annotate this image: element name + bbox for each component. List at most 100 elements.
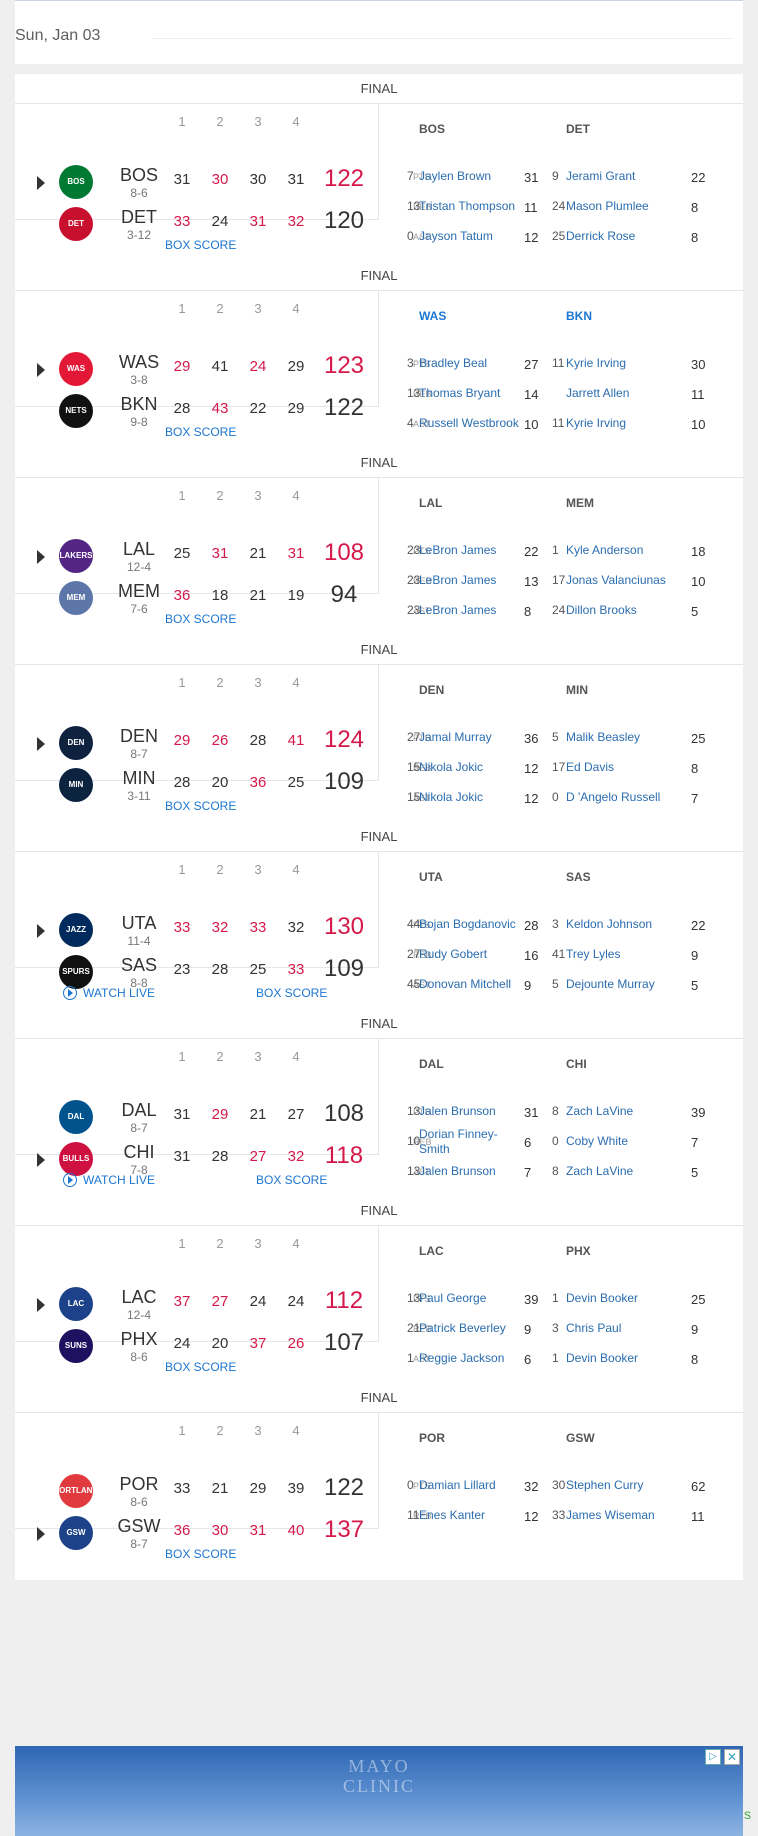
- leader-row: AST 23 LeBron James 8 24 Dillon Brooks 5: [379, 598, 743, 628]
- ad-banner[interactable]: MAYO CLINIC ▷ ✕: [15, 1746, 743, 1836]
- stat-value: 12: [524, 230, 539, 245]
- player-link[interactable]: LeBron James: [419, 543, 496, 558]
- team-record: 11-4: [127, 934, 151, 948]
- player-link[interactable]: Derrick Rose: [566, 229, 635, 244]
- box-score-link[interactable]: BOX SCORE: [165, 1547, 236, 1561]
- player-link[interactable]: Bradley Beal: [419, 356, 487, 371]
- leader-row: PTS 7 Jaylen Brown 31 9 Jerami Grant 22: [379, 164, 743, 194]
- player-link[interactable]: Dillon Brooks: [566, 603, 637, 618]
- player-link[interactable]: Dejounte Murray: [566, 977, 655, 992]
- team-row[interactable]: DAL DAL 8-7 31 29 21 27 108: [15, 1097, 379, 1137]
- player-link[interactable]: James Wiseman: [566, 1508, 655, 1523]
- quarter-header: 1: [178, 1049, 186, 1064]
- team-row[interactable]: JAZZ UTA 11-4 33 32 33 32 130: [15, 910, 379, 950]
- game-card[interactable]: FINAL 1 2 3 4 LAC LAC 12-4 37 27 24 24 112 SUNS PHX 8-6…: [15, 1196, 743, 1393]
- player-link[interactable]: Patrick Beverley: [419, 1321, 506, 1336]
- leader-row: AST 0 Jayson Tatum 12 25 Derrick Rose 8: [379, 224, 743, 254]
- player-link[interactable]: Damian Lillard: [419, 1478, 496, 1493]
- game-card[interactable]: FINAL 1 2 3 4 LAKERS LAL 12-4 25 31 21 31 108 MEM MEM 7…: [15, 448, 743, 645]
- player-link[interactable]: Jonas Valanciunas: [566, 573, 666, 588]
- game-card[interactable]: FINAL 1 2 3 4 JAZZ UTA 11-4 33 32 33 32 130 SPURS SAS 8…: [15, 822, 743, 1019]
- player-link[interactable]: Paul George: [419, 1291, 486, 1306]
- quarter-score: 31: [287, 545, 305, 562]
- player-link[interactable]: Nikola Jokic: [419, 790, 483, 805]
- player-link[interactable]: Jaylen Brown: [419, 169, 491, 184]
- player-link[interactable]: Jamal Murray: [419, 730, 492, 745]
- player-link[interactable]: Trey Lyles: [566, 947, 620, 962]
- player-link[interactable]: Jalen Brunson: [419, 1104, 496, 1119]
- player-link[interactable]: Kyrie Irving: [566, 356, 626, 371]
- game-card[interactable]: FINAL 1 2 3 4 PORTLAND POR 8-6 33 21 29 39 122 GSW GSW…: [15, 1383, 743, 1580]
- box-score-link[interactable]: BOX SCORE: [256, 1173, 327, 1187]
- player-link[interactable]: Devin Booker: [566, 1351, 638, 1366]
- player-link[interactable]: Russell Westbrook: [419, 416, 519, 431]
- quarter-score: 24: [249, 358, 267, 375]
- quarter-header: 1: [178, 862, 186, 877]
- player-link[interactable]: Jalen Brunson: [419, 1164, 496, 1179]
- player-link[interactable]: Devin Booker: [566, 1291, 638, 1306]
- watch-live-link[interactable]: WATCH LIVE: [63, 1172, 155, 1187]
- close-icon[interactable]: ✕: [724, 1749, 740, 1765]
- game-card[interactable]: FINAL 1 2 3 4 WAS WAS 3-8 29 41 24 29 123 NETS BKN 9-8 2…: [15, 261, 743, 458]
- player-link[interactable]: Rudy Gobert: [419, 947, 487, 962]
- player-link[interactable]: Kyrie Irving: [566, 416, 626, 431]
- team-row[interactable]: BOS BOS 8-6 31 30 30 31 122: [15, 162, 379, 202]
- player-link[interactable]: Thomas Bryant: [419, 386, 500, 401]
- player-link[interactable]: LeBron James: [419, 603, 496, 618]
- player-link[interactable]: Stephen Curry: [566, 1478, 643, 1493]
- team-abbr: DAL: [121, 1100, 157, 1120]
- team-row[interactable]: WAS WAS 3-8 29 41 24 29 123: [15, 349, 379, 389]
- winner-arrow-icon: [37, 924, 45, 938]
- final-score: 108: [323, 1100, 365, 1127]
- player-link[interactable]: Coby White: [566, 1134, 628, 1149]
- team-row[interactable]: LAKERS LAL 12-4 25 31 21 31 108: [15, 536, 379, 576]
- stat-value: 8: [691, 200, 699, 215]
- game-status: FINAL: [15, 1383, 743, 1413]
- box-score-link[interactable]: BOX SCORE: [165, 612, 236, 626]
- score-panel: 1 2 3 4 DEN DEN 8-7 29 26 28 41 124 MIN MIN 3-11 28 20 36…: [15, 665, 379, 803]
- player-link[interactable]: Jerami Grant: [566, 169, 635, 184]
- player-link[interactable]: Chris Paul: [566, 1321, 621, 1336]
- player-link[interactable]: Kyle Anderson: [566, 543, 643, 558]
- player-link[interactable]: Reggie Jackson: [419, 1351, 504, 1366]
- player-link[interactable]: Zach LaVine: [566, 1164, 633, 1179]
- player-link[interactable]: Ed Davis: [566, 760, 614, 775]
- box-score-link[interactable]: BOX SCORE: [165, 425, 236, 439]
- final-score: 112: [324, 1287, 364, 1314]
- player-link[interactable]: LeBron James: [419, 573, 496, 588]
- player-link[interactable]: Dorian Finney-Smith: [419, 1127, 509, 1157]
- player-link[interactable]: Zach LaVine: [566, 1104, 633, 1119]
- leader-row: REB 13 Tristan Thompson 11 24 Mason Plumlee 8: [379, 194, 743, 224]
- player-link[interactable]: Bojan Bogdanovic: [419, 917, 516, 932]
- team-abbr: LAL: [122, 539, 156, 559]
- player-link[interactable]: Jayson Tatum: [419, 229, 493, 244]
- player-link[interactable]: Enes Kanter: [419, 1508, 485, 1523]
- adchoices-icon[interactable]: ▷: [705, 1749, 721, 1765]
- game-card[interactable]: FINAL 1 2 3 4 BOS BOS 8-6 31 30 30 31 122 DET DET 3-12 3…: [15, 74, 743, 271]
- player-link[interactable]: Jarrett Allen: [566, 386, 629, 401]
- box-score-link[interactable]: BOX SCORE: [165, 799, 236, 813]
- box-score-link[interactable]: BOX SCORE: [256, 986, 327, 1000]
- box-score-link[interactable]: BOX SCORE: [165, 238, 236, 252]
- player-link[interactable]: Mason Plumlee: [566, 199, 649, 214]
- game-card[interactable]: FINAL 1 2 3 4 DEN DEN 8-7 29 26 28 41 124 MIN MIN 3-11 2…: [15, 635, 743, 832]
- player-link[interactable]: Tristan Thompson: [419, 199, 515, 214]
- team-row[interactable]: DEN DEN 8-7 29 26 28 41 124: [15, 723, 379, 763]
- player-link[interactable]: D 'Angelo Russell: [566, 790, 660, 805]
- player-link[interactable]: Keldon Johnson: [566, 917, 652, 932]
- logo-text: JAZZ: [66, 925, 86, 934]
- quarter-header: 3: [254, 114, 262, 129]
- team-record: 8-6: [130, 186, 148, 200]
- stat-value: 39: [524, 1292, 539, 1307]
- player-link[interactable]: Donovan Mitchell: [419, 977, 511, 992]
- game-card[interactable]: FINAL 1 2 3 4 DAL DAL 8-7 31 29 21 27 108 BULLS CHI 7-8…: [15, 1009, 743, 1206]
- quarter-header: 1: [178, 488, 186, 503]
- team-row[interactable]: LAC LAC 12-4 37 27 24 24 112: [15, 1284, 379, 1324]
- watch-live-link[interactable]: WATCH LIVE: [63, 985, 155, 1000]
- team-row[interactable]: PORTLAND POR 8-6 33 21 29 39 122: [15, 1471, 379, 1511]
- player-link[interactable]: Nikola Jokic: [419, 760, 483, 775]
- leaders-team-a[interactable]: WAS: [419, 309, 446, 323]
- box-score-link[interactable]: BOX SCORE: [165, 1360, 236, 1374]
- player-link[interactable]: Malik Beasley: [566, 730, 640, 745]
- leaders-team-b[interactable]: BKN: [566, 309, 592, 323]
